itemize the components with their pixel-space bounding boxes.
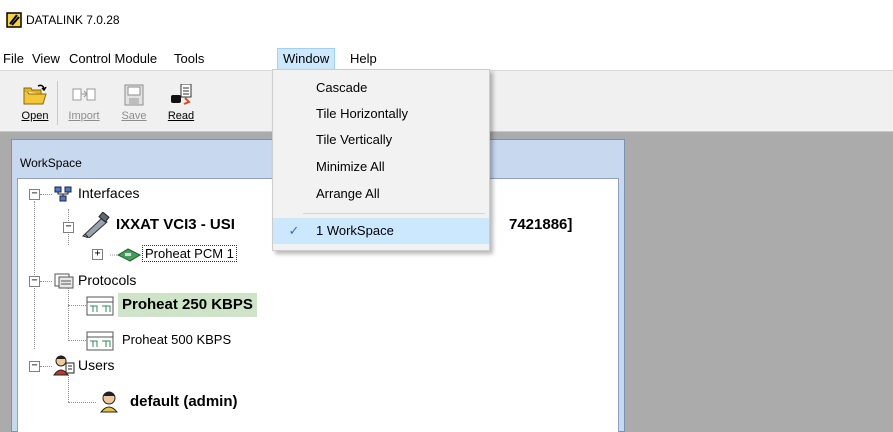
menu-separator	[303, 213, 485, 214]
protocol-icon	[86, 331, 114, 351]
read-device-icon	[171, 84, 192, 105]
admin-user-icon	[99, 391, 119, 413]
menu-bar: File View Control Module Tools Window He…	[0, 48, 893, 70]
menu-item-cascade[interactable]: Cascade	[273, 75, 489, 101]
read-button[interactable]: Read	[158, 79, 202, 127]
open-button[interactable]: Open	[12, 79, 56, 127]
app-logo-icon	[6, 12, 22, 28]
ixxat-collapse-toggle[interactable]: −	[63, 222, 74, 233]
workspace-title: WorkSpace	[20, 156, 82, 170]
menu-help[interactable]: Help	[345, 48, 382, 70]
open-folder-icon	[23, 84, 47, 105]
save-label: Save	[121, 110, 147, 122]
menu-window[interactable]: Window	[277, 48, 336, 70]
tree-line	[68, 402, 96, 403]
pcm-expand-toggle[interactable]: +	[92, 249, 103, 260]
tree-protocols-line	[68, 281, 69, 341]
read-label: Read	[167, 110, 195, 122]
menu-item-tile-vertically[interactable]: Tile Vertically	[273, 127, 489, 153]
menu-view[interactable]: View	[27, 48, 65, 70]
tree-node-interfaces[interactable]: Interfaces	[78, 182, 139, 204]
tree-node-protocol-250-selected[interactable]: Proheat 250 KBPS	[118, 293, 257, 317]
tree-node-users[interactable]: Users	[78, 354, 115, 376]
users-icon	[53, 355, 75, 376]
window-menu-dropdown: Cascade Tile Horizontally Tile Verticall…	[272, 69, 490, 251]
checkmark-icon: ✓	[288, 223, 300, 238]
menu-item-tile-horizontally[interactable]: Tile Horizontally	[273, 101, 489, 127]
tree-line	[68, 305, 86, 306]
tree-line	[68, 340, 86, 341]
protocol-icon	[86, 296, 114, 316]
tree-node-ixxat-serial: 7421886]	[509, 216, 573, 233]
users-collapse-toggle[interactable]: −	[29, 361, 40, 372]
tree-node-pcm-wrap: Proheat PCM 1	[142, 243, 237, 265]
menu-item-minimize-all[interactable]: Minimize All	[273, 154, 489, 180]
save-disk-icon	[124, 84, 144, 106]
toolbar-separator	[57, 81, 58, 125]
menu-tools[interactable]: Tools	[169, 48, 209, 70]
open-label: Open	[21, 110, 49, 122]
usb-adapter-icon	[82, 212, 110, 238]
tree-node-pcm[interactable]: Proheat PCM 1	[142, 245, 237, 262]
interfaces-collapse-toggle[interactable]: −	[29, 189, 40, 200]
menu-item-workspace-label: 1 WorkSpace	[316, 223, 394, 238]
tree-node-protocol-500[interactable]: Proheat 500 KBPS	[122, 329, 231, 351]
tree-line	[40, 281, 52, 282]
tree-node-protocols[interactable]: Protocols	[78, 269, 136, 291]
network-icon	[54, 186, 72, 202]
window-title: DATALINK 7.0.28	[26, 13, 120, 27]
title-bar: DATALINK 7.0.28	[0, 0, 893, 44]
menu-control-module[interactable]: Control Module	[64, 48, 162, 70]
menu-file[interactable]: File	[0, 48, 29, 70]
save-button[interactable]: Save	[111, 79, 155, 127]
menu-item-arrange-all[interactable]: Arrange All	[273, 181, 489, 207]
tree-node-ixxat[interactable]: IXXAT VCI3 - USI	[116, 214, 235, 236]
menu-item-workspace[interactable]: ✓ 1 WorkSpace	[273, 218, 489, 244]
protocols-collapse-toggle[interactable]: −	[29, 276, 40, 287]
import-button[interactable]: Import	[61, 79, 105, 127]
tree-users-line	[68, 375, 69, 402]
import-label: Import	[68, 110, 100, 122]
tree-line	[40, 366, 52, 367]
tree-node-default-admin[interactable]: default (admin)	[130, 391, 238, 413]
protocols-folder-icon	[54, 273, 74, 289]
import-icon	[72, 88, 96, 101]
module-board-icon	[110, 248, 142, 262]
tree-line	[40, 194, 52, 195]
